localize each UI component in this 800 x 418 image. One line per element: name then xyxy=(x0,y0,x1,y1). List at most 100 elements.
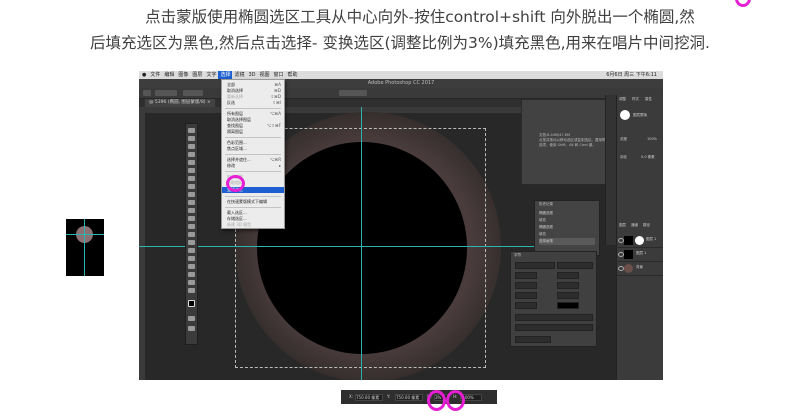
text-color-swatch[interactable] xyxy=(557,302,579,309)
dodge-tool-icon[interactable] xyxy=(188,232,195,237)
history-step[interactable]: 填充 xyxy=(539,231,595,238)
menu-file[interactable]: 文件 xyxy=(148,71,162,79)
menu-item-inverse[interactable]: 反选 ⇧⌘I xyxy=(227,100,281,105)
vertical-scale-field[interactable] xyxy=(515,292,537,299)
menu-item-all-layers[interactable]: 所有图层 ⌥⌘A xyxy=(227,111,281,116)
menu-item-color-range[interactable]: 色彩范围... xyxy=(227,140,281,145)
feather-value[interactable]: 0.0 像素 xyxy=(641,155,655,160)
path-select-tool-icon[interactable] xyxy=(188,256,195,261)
menu-item-deselect[interactable]: 取消选择 ⌘D xyxy=(227,88,281,93)
menu-help[interactable]: 帮助 xyxy=(286,71,300,79)
layer-row[interactable]: 背景 xyxy=(616,262,663,276)
language-field[interactable] xyxy=(515,336,551,343)
menu-3d[interactable]: 3D xyxy=(246,71,257,79)
guide-line-horizontal xyxy=(66,234,104,235)
screen-mode-icon[interactable] xyxy=(188,326,195,331)
window-title: Adobe Photoshop CC 2017 xyxy=(139,79,663,88)
hand-tool-icon[interactable] xyxy=(188,272,195,277)
lasso-tool-icon[interactable] xyxy=(188,144,195,149)
highlight-circle-height xyxy=(446,390,465,411)
history-step[interactable]: 填充 xyxy=(539,217,595,224)
menu-item-new-3d[interactable]: 新建 3D 模型 xyxy=(227,222,281,227)
menu-edit[interactable]: 编辑 xyxy=(162,71,176,79)
menu-item-save-selection[interactable]: 存储选区... xyxy=(227,216,281,221)
menu-filter[interactable]: 滤镜 xyxy=(232,71,246,79)
history-step[interactable]: 椭圆选框 xyxy=(539,224,595,231)
font-style-field[interactable] xyxy=(557,262,593,269)
gradient-tool-icon[interactable] xyxy=(188,216,195,221)
menu-select[interactable]: 选择 xyxy=(218,71,233,79)
select-and-mask-button[interactable] xyxy=(339,90,367,96)
menu-item-deselect-layers[interactable]: 取消选择图层 xyxy=(227,117,281,122)
x-field[interactable]: 750.00 像素 xyxy=(355,394,383,401)
eraser-tool-icon[interactable] xyxy=(188,208,195,213)
move-tool-icon[interactable] xyxy=(188,128,195,133)
menu-item-select-and-mask[interactable]: 选择并遮住... ⌥⌘R xyxy=(227,157,281,162)
more-tools-icon[interactable] xyxy=(188,288,195,293)
selection-mode-buttons[interactable] xyxy=(155,90,177,96)
stamp-tool-icon[interactable] xyxy=(188,192,195,197)
quick-mask-icon[interactable] xyxy=(188,316,195,321)
history-brush-tool-icon[interactable] xyxy=(188,200,195,205)
menu-item-isolate-layers[interactable]: 隔离图层 xyxy=(227,129,281,134)
font-family-field[interactable] xyxy=(515,262,555,269)
brush-tool-icon[interactable] xyxy=(188,184,195,189)
horizontal-scale-field[interactable] xyxy=(557,292,579,299)
tool-preset-button[interactable] xyxy=(143,90,151,96)
feather-field[interactable] xyxy=(183,90,203,96)
pen-tool-icon[interactable] xyxy=(188,240,195,245)
layer-row[interactable]: 图层 1 xyxy=(616,248,663,262)
menu-item-find-layers[interactable]: 查找图层 ⌥⇧⌘F xyxy=(227,123,281,128)
tab-channels[interactable]: 通道 xyxy=(631,221,638,229)
crop-tool-icon[interactable] xyxy=(188,160,195,165)
density-value[interactable]: 100% xyxy=(647,137,657,141)
menu-item-all[interactable]: 全部 ⌘A xyxy=(227,82,281,87)
history-step[interactable]: 椭圆选框 xyxy=(539,210,595,217)
menu-item-modify[interactable]: 修改 ▸ xyxy=(227,163,281,168)
character-panel: 字符 xyxy=(510,251,597,347)
document-tab[interactable]: @ 5396 (椭圆, 图层蒙版/8) × xyxy=(145,99,215,107)
layer-name: 图层 1 xyxy=(636,251,647,255)
feather-label: 羽化 xyxy=(620,155,627,159)
menu-item-reselect[interactable]: 重新选择 ⇧⌘D xyxy=(227,94,281,99)
menu-separator xyxy=(225,154,281,155)
menu-layer[interactable]: 图层 xyxy=(190,71,204,79)
leading-field[interactable] xyxy=(557,272,579,279)
guide-vertical[interactable] xyxy=(361,107,362,380)
quick-select-tool-icon[interactable] xyxy=(188,152,195,157)
menu-type[interactable]: 文字 xyxy=(204,71,218,79)
type-tool-icon[interactable] xyxy=(188,248,195,253)
menu-image[interactable]: 图像 xyxy=(176,71,190,79)
y-field[interactable]: 750.00 像素 xyxy=(395,394,423,401)
baseline-field[interactable] xyxy=(515,302,537,309)
tab-character[interactable]: 字符 xyxy=(514,253,521,258)
tab-layers[interactable]: 图层 xyxy=(619,221,626,229)
layer-thumb xyxy=(624,236,633,245)
blur-tool-icon[interactable] xyxy=(188,224,195,229)
opentype-buttons[interactable] xyxy=(515,324,593,331)
menu-item-quick-mask[interactable]: 在快速蒙版模式下编辑 xyxy=(227,199,281,204)
healing-tool-icon[interactable] xyxy=(188,176,195,181)
shape-tool-icon[interactable] xyxy=(188,264,195,269)
layer-mask-thumb xyxy=(635,236,644,245)
foreground-color-swatch[interactable] xyxy=(188,300,195,307)
tracking-field[interactable] xyxy=(515,282,537,289)
kerning-field[interactable] xyxy=(557,282,579,289)
type-style-buttons[interactable] xyxy=(515,314,593,321)
zoom-tool-icon[interactable] xyxy=(188,280,195,285)
marquee-tool-icon[interactable] xyxy=(188,136,195,141)
tab-paths[interactable]: 路径 xyxy=(643,221,650,229)
menu-view[interactable]: 视图 xyxy=(258,71,272,79)
eyedropper-tool-icon[interactable] xyxy=(188,168,195,173)
guide-horizontal[interactable] xyxy=(139,246,599,247)
layer-row[interactable]: 图层 1 xyxy=(616,234,663,248)
menu-item-focus-area[interactable]: 焦点区域... xyxy=(227,146,281,151)
tab-adjustments[interactable]: 调整 xyxy=(619,95,626,103)
menu-item-load-selection[interactable]: 载入选区... xyxy=(227,210,281,215)
apple-menu-icon[interactable]: ● xyxy=(139,71,148,79)
font-size-field[interactable] xyxy=(515,272,537,279)
history-step-selected[interactable]: 选择画笔 xyxy=(539,238,595,245)
tab-properties[interactable]: 属性 xyxy=(645,95,652,103)
tab-styles[interactable]: 样式 xyxy=(632,95,639,103)
menu-window[interactable]: 窗口 xyxy=(272,71,286,79)
